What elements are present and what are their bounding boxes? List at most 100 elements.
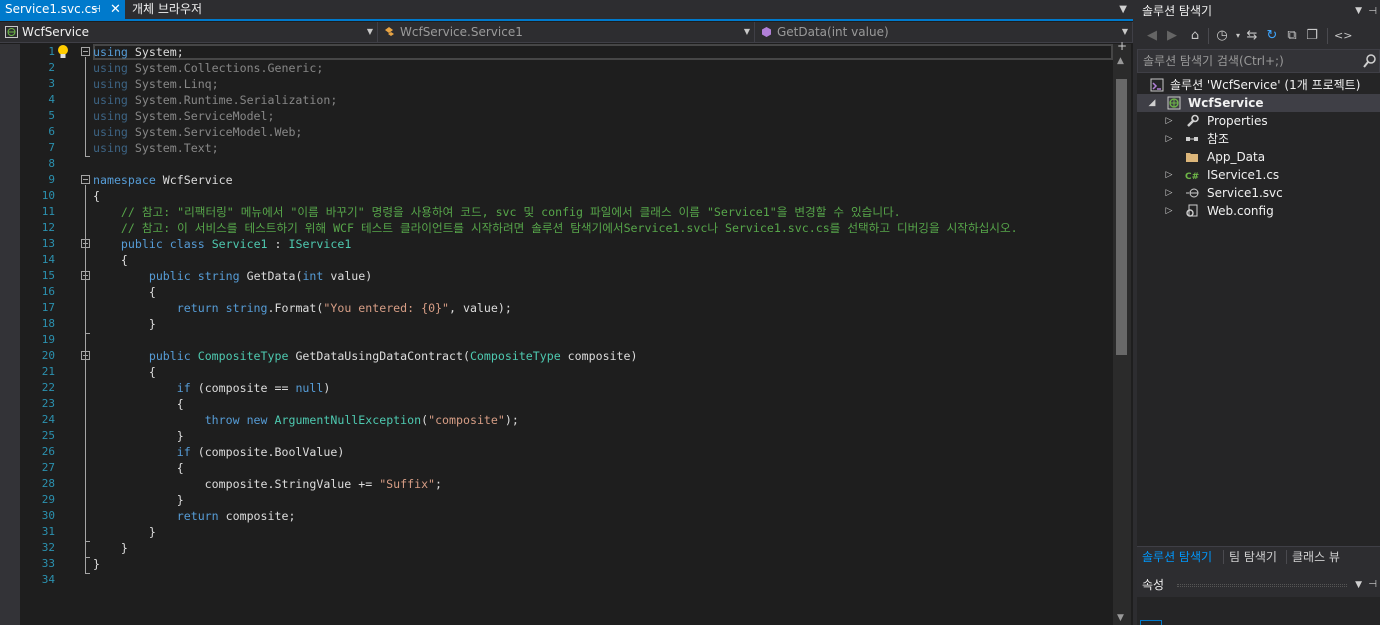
code-token: using xyxy=(93,109,128,123)
line-number: 16 xyxy=(41,285,55,298)
code-token: CompositeType xyxy=(197,349,289,363)
member-dropdown[interactable]: GetData(int value) ▼ xyxy=(755,22,1133,43)
code-token: "composite" xyxy=(428,413,505,427)
solution-explorer-search-input[interactable]: 솔루션 탐색기 검색(Ctrl+;) xyxy=(1137,49,1380,73)
expand-arrow-icon[interactable]: ▷ xyxy=(1164,184,1174,202)
properties-object-dropdown[interactable] xyxy=(1140,620,1162,625)
outlining-margin[interactable] xyxy=(80,44,92,625)
collapse-icon[interactable] xyxy=(81,175,90,184)
expand-arrow-icon[interactable]: ▷ xyxy=(1164,112,1174,130)
code-text[interactable]: using System; using System.Collections.Ge… xyxy=(93,44,1113,588)
code-line: } xyxy=(93,428,1113,444)
code-line: public CompositeType GetDataUsingDataCon… xyxy=(93,348,1113,364)
back-icon[interactable]: ◀ xyxy=(1143,26,1161,46)
code-token: value) xyxy=(323,269,373,283)
project-dropdown[interactable]: WcfService ▼ xyxy=(0,22,378,43)
csharp-file-icon: C# xyxy=(1185,172,1199,182)
collapse-icon[interactable] xyxy=(81,239,90,248)
tab-list-dropdown-icon[interactable]: ▼ xyxy=(1119,0,1127,20)
tree-item-project[interactable]: ◢ WcfService xyxy=(1137,94,1380,112)
expanded-arrow-icon[interactable]: ◢ xyxy=(1147,94,1157,112)
tree-item-참조[interactable]: ▷ 참조 xyxy=(1137,130,1380,148)
code-line: using System.Collections.Generic; xyxy=(93,60,1113,76)
code-token: return xyxy=(176,509,219,523)
pin-icon[interactable]: ⊣ xyxy=(92,0,101,19)
window-menu-icon[interactable]: ▼ xyxy=(1355,573,1362,597)
tree-item-properties[interactable]: ▷ Properties xyxy=(1137,112,1380,130)
collapse-icon[interactable] xyxy=(81,351,90,360)
pin-icon[interactable]: ⊣ xyxy=(1368,573,1377,597)
tree-item-app-data[interactable]: App_Data xyxy=(1137,148,1380,166)
solution-explorer-panel: 솔루션 탐색기 ▼ ⊣ ◀ ▶ ⌂ ◷ ▾ ⇆ ↻ ⧉ ❐ <> 솔루션 탐색기… xyxy=(1137,0,1380,625)
tab-service1-svc-cs[interactable]: Service1.svc.cs ⊣ ✕ xyxy=(0,0,125,19)
code-line: using System; xyxy=(93,44,1113,60)
toolbar-separator xyxy=(1327,28,1328,44)
tree-item-label: App_Data xyxy=(1207,150,1266,164)
outline-guide xyxy=(85,541,90,542)
drag-grip[interactable] xyxy=(1177,584,1347,587)
show-all-files-icon[interactable]: ❐ xyxy=(1303,26,1321,46)
collapse-icon[interactable] xyxy=(81,271,90,280)
tab-class-view[interactable]: 클래스 뷰 xyxy=(1287,547,1345,567)
collapse-all-icon[interactable]: ⧉ xyxy=(1283,26,1301,46)
view-code-icon[interactable]: <> xyxy=(1334,26,1352,46)
scroll-down-icon[interactable]: ▼ xyxy=(1117,613,1124,623)
outline-guide xyxy=(85,156,90,157)
forward-icon[interactable]: ▶ xyxy=(1163,26,1181,46)
expand-arrow-icon[interactable]: ▷ xyxy=(1164,130,1174,148)
close-icon[interactable]: ✕ xyxy=(110,0,121,19)
scrollbar-thumb[interactable] xyxy=(1116,79,1127,355)
scroll-up-icon[interactable]: ▲ xyxy=(1117,56,1124,66)
pin-icon[interactable]: ⊣ xyxy=(1368,0,1377,23)
expand-arrow-icon[interactable]: ▷ xyxy=(1164,202,1174,220)
tree-item-label: 참조 xyxy=(1207,132,1230,146)
code-token: { xyxy=(93,253,128,267)
tree-item-service1-svc[interactable]: ▷ Service1.svc xyxy=(1137,184,1380,202)
folder-icon xyxy=(1186,153,1198,162)
code-token: GetData( xyxy=(239,269,303,283)
tab-team-explorer[interactable]: 팀 탐색기 xyxy=(1224,547,1282,567)
tab-object-browser[interactable]: 개체 브라우저 xyxy=(127,0,202,19)
line-number: 24 xyxy=(41,413,55,426)
class-dropdown-label: WcfService.Service1 xyxy=(400,25,523,39)
tree-item-web-config[interactable]: ▷ Web.config xyxy=(1137,202,1380,220)
code-token: (composite == xyxy=(190,381,296,395)
line-number: 31 xyxy=(41,525,55,538)
wrench-icon xyxy=(1187,114,1199,127)
search-icon[interactable] xyxy=(1363,53,1377,69)
line-number: 13 xyxy=(41,237,55,250)
vertical-scrollbar[interactable]: + ▲ ▼ xyxy=(1113,39,1131,625)
code-line: using System.Runtime.Serialization; xyxy=(93,92,1113,108)
solution-explorer-titlebar: 솔루션 탐색기 ▼ ⊣ xyxy=(1137,0,1380,23)
code-token: if xyxy=(176,381,191,395)
code-view[interactable]: 1 2 3 4 5 6 7 8 9 10 11 12 13 14 15 16 17 18 19 20 21 22 23 24 2… xyxy=(0,39,1133,625)
tab-solution-explorer[interactable]: 솔루션 탐색기 xyxy=(1137,547,1217,567)
line-number: 29 xyxy=(41,493,55,506)
member-dropdown-label: GetData(int value) xyxy=(777,25,889,39)
line-number: 27 xyxy=(41,461,55,474)
references-icon xyxy=(1186,137,1198,141)
code-token: ) xyxy=(323,381,331,395)
home-icon[interactable]: ⌂ xyxy=(1186,26,1204,46)
explorer-tab-strip: 솔루션 탐색기 팀 탐색기 클래스 뷰 xyxy=(1137,546,1380,567)
refresh-icon[interactable]: ↻ xyxy=(1263,26,1281,46)
tree-item-solution[interactable]: 솔루션 'WcfService' (1개 프로젝트) xyxy=(1137,76,1380,94)
tree-item-iservice1-cs[interactable]: ▷ C# IService1.cs xyxy=(1137,166,1380,184)
expand-arrow-icon[interactable]: ▷ xyxy=(1164,166,1174,184)
class-dropdown[interactable]: WcfService.Service1 ▼ xyxy=(378,22,755,43)
line-number: 30 xyxy=(41,509,55,522)
split-window-icon[interactable]: + xyxy=(1117,39,1127,53)
sync-with-document-icon[interactable]: ⇆ xyxy=(1243,26,1261,46)
service-file-icon xyxy=(1186,188,1199,198)
window-menu-icon[interactable]: ▼ xyxy=(1355,0,1362,23)
collapse-icon[interactable] xyxy=(81,47,90,56)
lightbulb-icon[interactable] xyxy=(56,44,70,60)
indicator-margin[interactable] xyxy=(0,44,20,625)
tree-item-label: IService1.cs xyxy=(1207,168,1280,182)
